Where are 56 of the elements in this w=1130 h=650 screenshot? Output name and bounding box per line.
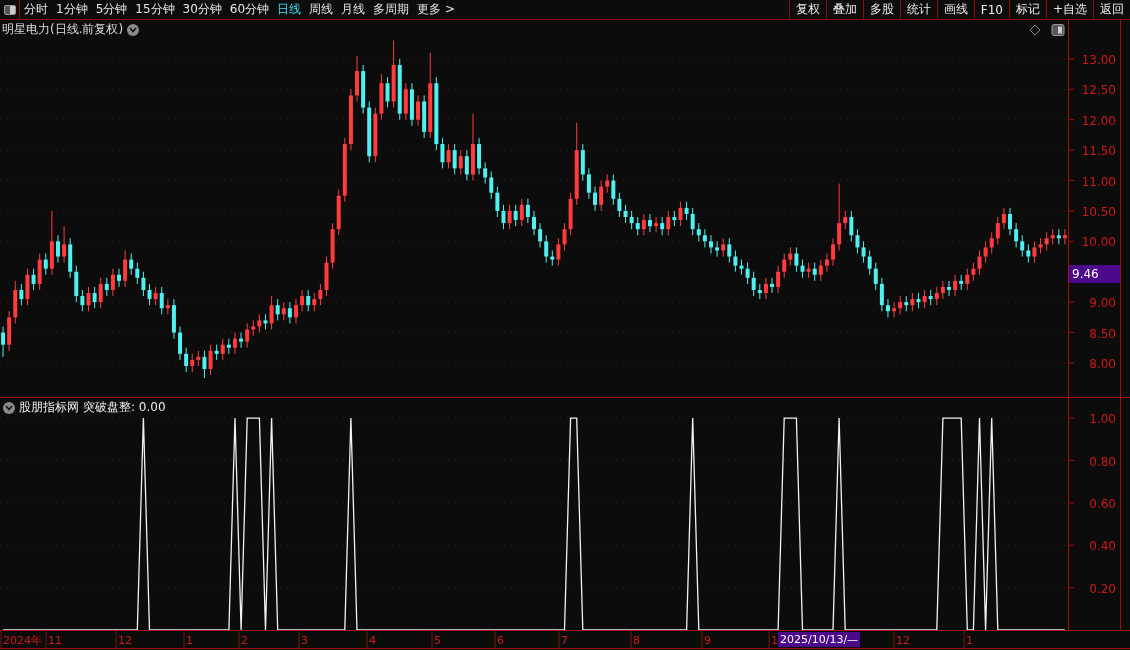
current-price: 9.46 [1069,265,1120,284]
toolbar-button[interactable]: 叠加 [825,0,863,19]
price-axis-label: 11.50 [1081,144,1116,159]
stock-title: 明星电力(日线.前复权) [2,21,124,38]
indicator-axis-label: 1.00 [1089,412,1116,427]
time-axis-label: 1 [966,634,973,647]
time-axis-label: 1 [186,634,193,647]
toolbar-button[interactable]: 标记 [1008,0,1046,19]
time-axis-label: 9 [704,634,711,647]
time-axis-label: 12 [896,634,910,647]
cursor-date: 2025/10/13/— [778,632,861,647]
indicator-reading: : 0.00 [131,400,166,414]
time-axis-label: 1 [771,634,778,647]
time-axis-label: 8 [633,634,640,647]
period-tab[interactable]: 15分钟 [131,0,179,19]
price-axis-label: 11.00 [1081,174,1116,189]
toolbar-button[interactable]: 统计 [899,0,937,19]
price-axis-label: 9.00 [1089,296,1116,311]
indicator-axis-label: 0.60 [1089,496,1116,511]
time-axis-label: 4 [369,634,376,647]
period-tab[interactable]: 60分钟 [225,0,274,19]
time-axis-label: 12 [118,634,132,647]
period-tab[interactable]: 1分钟 [52,0,92,19]
toolbar-button[interactable]: F10 [973,0,1009,19]
price-axis-label: 12.50 [1081,83,1116,98]
toolbar-button[interactable]: 复权 [788,0,826,19]
price-axis-label: 8.50 [1089,326,1116,341]
toolbar-button[interactable]: 返回 [1093,0,1130,19]
indicator-name: 突破盘整 [83,400,131,414]
period-tab[interactable]: 周线 [305,0,338,19]
price-axis-label: 10.50 [1081,204,1116,219]
indicator-axis-label: 0.80 [1089,454,1116,469]
price-axis-label: 12.00 [1081,113,1116,128]
time-axis-label: 2 [241,634,248,647]
period-tab[interactable]: 5分钟 [91,0,132,19]
time-axis-label: 2024年 [3,634,42,647]
toolbar-button[interactable]: 画线 [936,0,974,19]
indicator-axis-label: 0.40 [1089,539,1116,554]
time-axis-label: 5 [434,634,441,647]
period-tab[interactable]: 分时 [20,0,52,19]
time-axis-label: 7 [561,634,568,647]
period-tab[interactable]: 日线 [273,0,306,19]
price-axis-label: 8.00 [1089,356,1116,371]
indicator-axis-label: 0.20 [1089,581,1116,596]
indicator-source: 股朋指标网 [19,399,79,416]
period-tab[interactable]: 月线 [337,0,370,19]
price-axis-label: 13.00 [1081,52,1116,67]
period-tab[interactable]: 更多 > [413,0,459,19]
price-axis-label: 10.00 [1081,235,1116,250]
period-tab[interactable]: 多周期 [369,0,414,19]
time-axis-label: 11 [48,634,62,647]
toolbar-button[interactable]: +自选 [1045,0,1093,19]
period-tab[interactable]: 30分钟 [178,0,226,19]
time-axis-label: 3 [301,634,308,647]
toolbar-button[interactable]: 多股 [862,0,900,19]
time-axis-label: 6 [497,634,504,647]
